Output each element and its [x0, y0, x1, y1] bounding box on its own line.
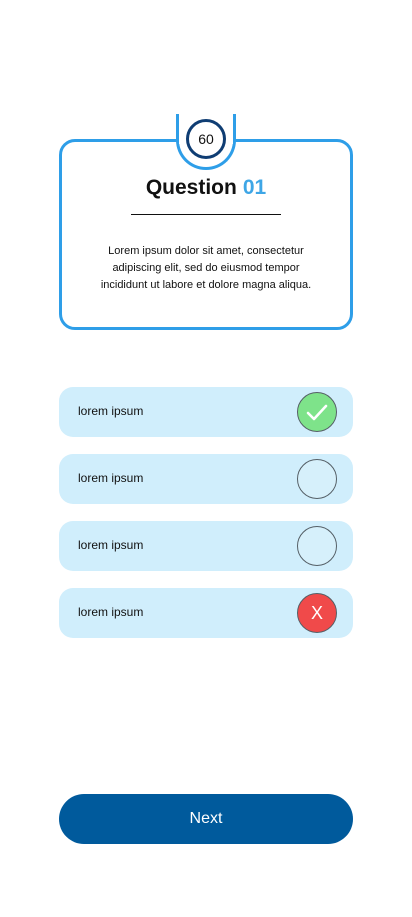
answer-option-label: lorem ipsum [78, 605, 144, 619]
title-divider [131, 214, 281, 215]
question-text: Lorem ipsum dolor sit amet, consectetur … [100, 245, 312, 291]
timer-value: 60 [198, 131, 214, 147]
x-icon[interactable]: X [297, 593, 337, 633]
next-button-label: Next [189, 810, 223, 827]
x-icon-text: X [310, 602, 323, 623]
question-number: 01 [242, 176, 267, 199]
timer-countdown: 60 [186, 119, 226, 159]
next-button[interactable]: Next [59, 794, 353, 844]
answer-option-3[interactable]: lorem ipsum [59, 521, 353, 571]
question-title-prefix: Question [145, 176, 237, 199]
answer-option-4[interactable]: lorem ipsum X [59, 588, 353, 638]
answer-option-label: lorem ipsum [78, 404, 144, 418]
empty-circle-icon[interactable] [297, 526, 337, 566]
check-icon[interactable] [297, 392, 337, 432]
empty-circle-icon[interactable] [297, 459, 337, 499]
question-title: Question 01 [59, 176, 353, 200]
answer-option-label: lorem ipsum [78, 538, 144, 552]
answer-option-1[interactable]: lorem ipsum [59, 387, 353, 437]
answer-option-label: lorem ipsum [78, 471, 144, 485]
answer-option-2[interactable]: lorem ipsum [59, 454, 353, 504]
